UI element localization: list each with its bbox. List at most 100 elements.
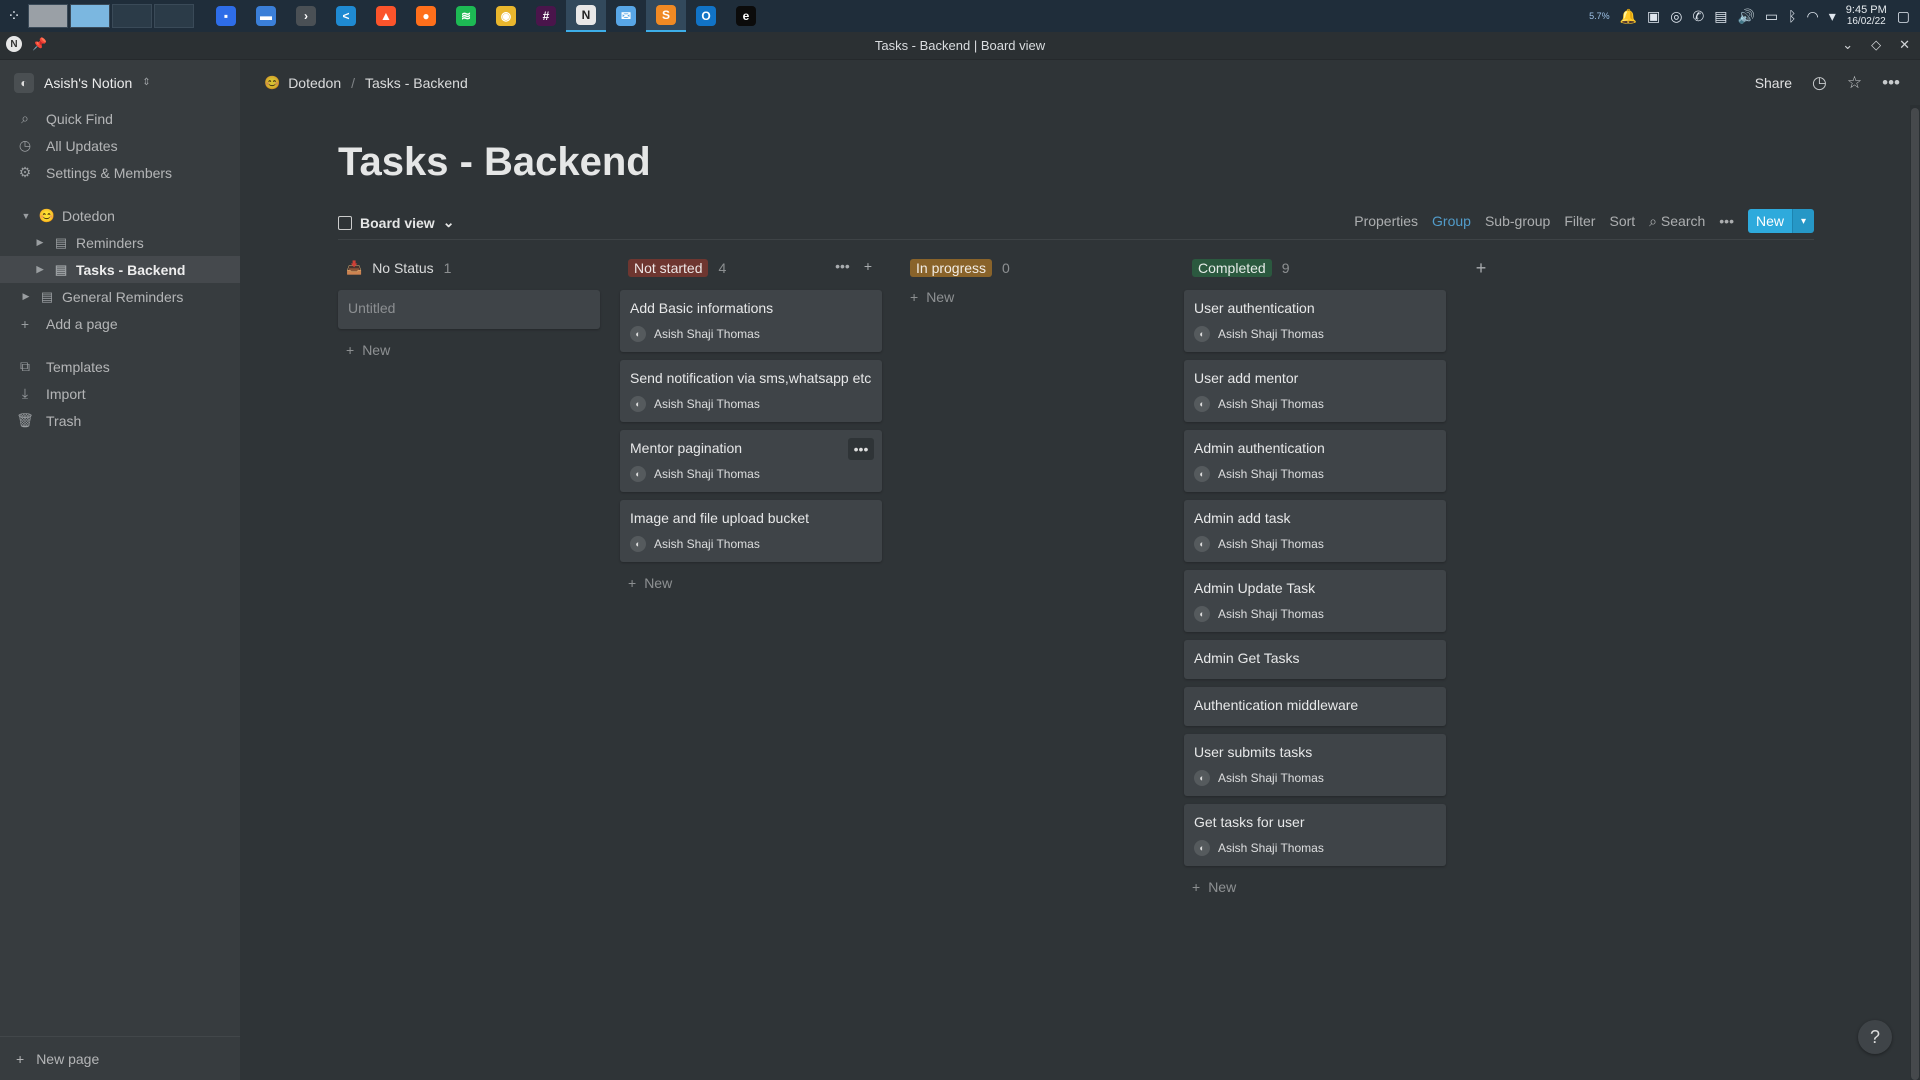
more-icon[interactable]: ••• [835,258,850,274]
filter-button[interactable]: Filter [1564,213,1595,229]
taskbar-app[interactable]: S [646,0,686,32]
new-button-label[interactable]: New [1747,209,1792,233]
taskbar-app[interactable]: ▲ [366,0,406,32]
desktop-2[interactable] [70,4,110,28]
sidebar-item-trash[interactable]: 🗑 Trash [0,407,240,434]
triangle-down-icon[interactable]: ▼ [20,211,32,221]
board-card[interactable]: Image and file upload bucket ◐ Asish Shaji… [620,500,882,562]
board-card[interactable]: Authentication middleware [1184,687,1446,726]
card-more-icon[interactable]: ••• [848,438,874,460]
taskbar-app[interactable]: › [286,0,326,32]
scrollbar-thumb[interactable] [1911,108,1919,1080]
sidebar-page-dotedon[interactable]: ▼ 😊 Dotedon [0,202,240,229]
minimize-icon[interactable]: ⌄ [1842,37,1853,53]
status-tag[interactable]: In progress [910,259,993,277]
board-card[interactable]: Get tasks for user ◐ Asish Shaji Thomas [1184,804,1446,866]
taskbar-app[interactable]: ● [406,0,446,32]
board-card[interactable]: User add mentor ◐ Asish Shaji Thomas [1184,360,1446,422]
board-card[interactable]: Mentor pagination ◐ Asish Shaji Thomas ••• [620,430,882,492]
clock[interactable]: 9:45 PM 16/02/22 [1846,5,1887,28]
show-desktop-icon[interactable]: ▢ [1897,8,1910,25]
taskbar-app[interactable]: ≋ [446,0,486,32]
add-card-button[interactable]: + New [902,282,1164,312]
subgroup-button[interactable]: Sub-group [1485,213,1550,229]
add-card-button[interactable]: + New [1184,872,1446,902]
board-card[interactable]: Admin authentication ◐ Asish Shaji Thomas [1184,430,1446,492]
sidebar-page-tasks-backend[interactable]: ▶ ▤ Tasks - Backend [0,256,240,283]
taskbar-app[interactable]: O [686,0,726,32]
wifi-icon[interactable]: ◠ [1807,8,1819,25]
taskbar-app[interactable]: ▪ [206,0,246,32]
add-card-button[interactable]: + New [338,335,600,365]
app-launcher-icon[interactable]: ⁘ [0,0,28,32]
plus-icon[interactable]: + [864,258,872,274]
triangle-right-icon[interactable]: ▶ [20,291,32,302]
desktop-4[interactable] [154,4,194,28]
kanban-board: 📥 No Status 1 Untitled + New Not started 4 ••• + A… [338,254,1496,902]
taskbar-app[interactable]: e [726,0,766,32]
sidebar-item-settings-members[interactable]: ⚙ Settings & Members [0,159,240,186]
more-icon[interactable]: ••• [1719,213,1734,229]
properties-button[interactable]: Properties [1354,213,1418,229]
taskbar-app[interactable]: ◉ [486,0,526,32]
sidebar-item-import[interactable]: ⤓ Import [0,380,240,407]
breadcrumb-item-tasks-backend[interactable]: Tasks - Backend [361,73,472,93]
notion-app-icon[interactable]: N [6,36,22,52]
volume-icon[interactable]: 🔊 [1737,8,1754,25]
more-icon[interactable]: ••• [1882,73,1900,93]
board-card[interactable]: Send notification via sms,whatsapp etc ◐ A… [620,360,882,422]
board-card[interactable]: Admin Get Tasks [1184,640,1446,679]
chevron-down-icon[interactable]: ▾ [1792,209,1814,233]
whatsapp-icon[interactable]: ✆ [1693,8,1705,25]
sync-icon[interactable]: ◎ [1670,8,1682,25]
breadcrumb-item-dotedon[interactable]: 😊 Dotedon [260,73,345,93]
sidebar-item-templates[interactable]: ⧉ Templates [0,353,240,380]
battery-icon[interactable]: ▭ [1765,8,1778,25]
star-icon[interactable]: ☆ [1847,73,1862,93]
help-button[interactable]: ? [1858,1020,1892,1054]
view-switcher[interactable]: Board view ⌄ [338,214,454,231]
new-record-button[interactable]: New ▾ [1747,209,1814,233]
new-page-button[interactable]: + New page [0,1036,240,1080]
notifications-icon[interactable]: 🔔 [1620,8,1637,25]
sidebar-item-all-updates[interactable]: ◷ All Updates [0,132,240,159]
taskbar-app[interactable]: ▬ [246,0,286,32]
triangle-right-icon[interactable]: ▶ [34,237,46,248]
taskbar-app[interactable]: # [526,0,566,32]
taskbar-app[interactable]: < [326,0,366,32]
add-card-button[interactable]: + New [620,568,882,598]
taskbar-app[interactable]: ✉ [606,0,646,32]
close-icon[interactable]: ✕ [1899,37,1910,53]
status-tag[interactable]: Completed [1192,259,1272,277]
sidebar-item-quick-find[interactable]: ⌕ Quick Find [0,105,240,132]
workspace-switcher[interactable]: ◐ Asish's Notion ⇕ [0,60,240,105]
pin-icon[interactable]: 📌 [32,37,47,51]
taskbar-app[interactable]: N [566,0,606,32]
board-card[interactable]: Add Basic informations ◐ Asish Shaji Thoma… [620,290,882,352]
add-group-button[interactable]: + [1466,254,1496,282]
sidebar-page-reminders[interactable]: ▶ ▤ Reminders [0,229,240,256]
history-icon[interactable]: ◷ [1812,73,1827,93]
group-button[interactable]: Group [1432,213,1471,229]
bluetooth-icon[interactable]: ᛒ [1788,8,1796,24]
monitor-icon[interactable]: ▣ [1647,8,1660,25]
page-title[interactable]: Tasks - Backend [338,140,651,185]
board-card[interactable]: Untitled [338,290,600,329]
sidebar-page-general-reminders[interactable]: ▶ ▤ General Reminders [0,283,240,310]
triangle-right-icon[interactable]: ▶ [34,264,46,275]
add-page-button[interactable]: + Add a page [0,310,240,337]
desktop-1[interactable] [28,4,68,28]
status-tag[interactable]: Not started [628,259,709,277]
sort-button[interactable]: Sort [1609,213,1635,229]
assignee-name: Asish Shaji Thomas [654,327,760,341]
desktop-3[interactable] [112,4,152,28]
board-card[interactable]: Admin Update Task ◐ Asish Shaji Thomas [1184,570,1446,632]
clipboard-icon[interactable]: ▤ [1714,8,1727,25]
maximize-icon[interactable]: ◇ [1871,37,1881,53]
board-card[interactable]: User authentication ◐ Asish Shaji Thomas [1184,290,1446,352]
share-button[interactable]: Share [1755,75,1792,91]
tray-expand-icon[interactable]: ▾ [1829,8,1836,25]
board-card[interactable]: Admin add task ◐ Asish Shaji Thomas [1184,500,1446,562]
search-button[interactable]: ⌕ Search [1649,213,1705,230]
board-card[interactable]: User submits tasks ◐ Asish Shaji Thomas [1184,734,1446,796]
